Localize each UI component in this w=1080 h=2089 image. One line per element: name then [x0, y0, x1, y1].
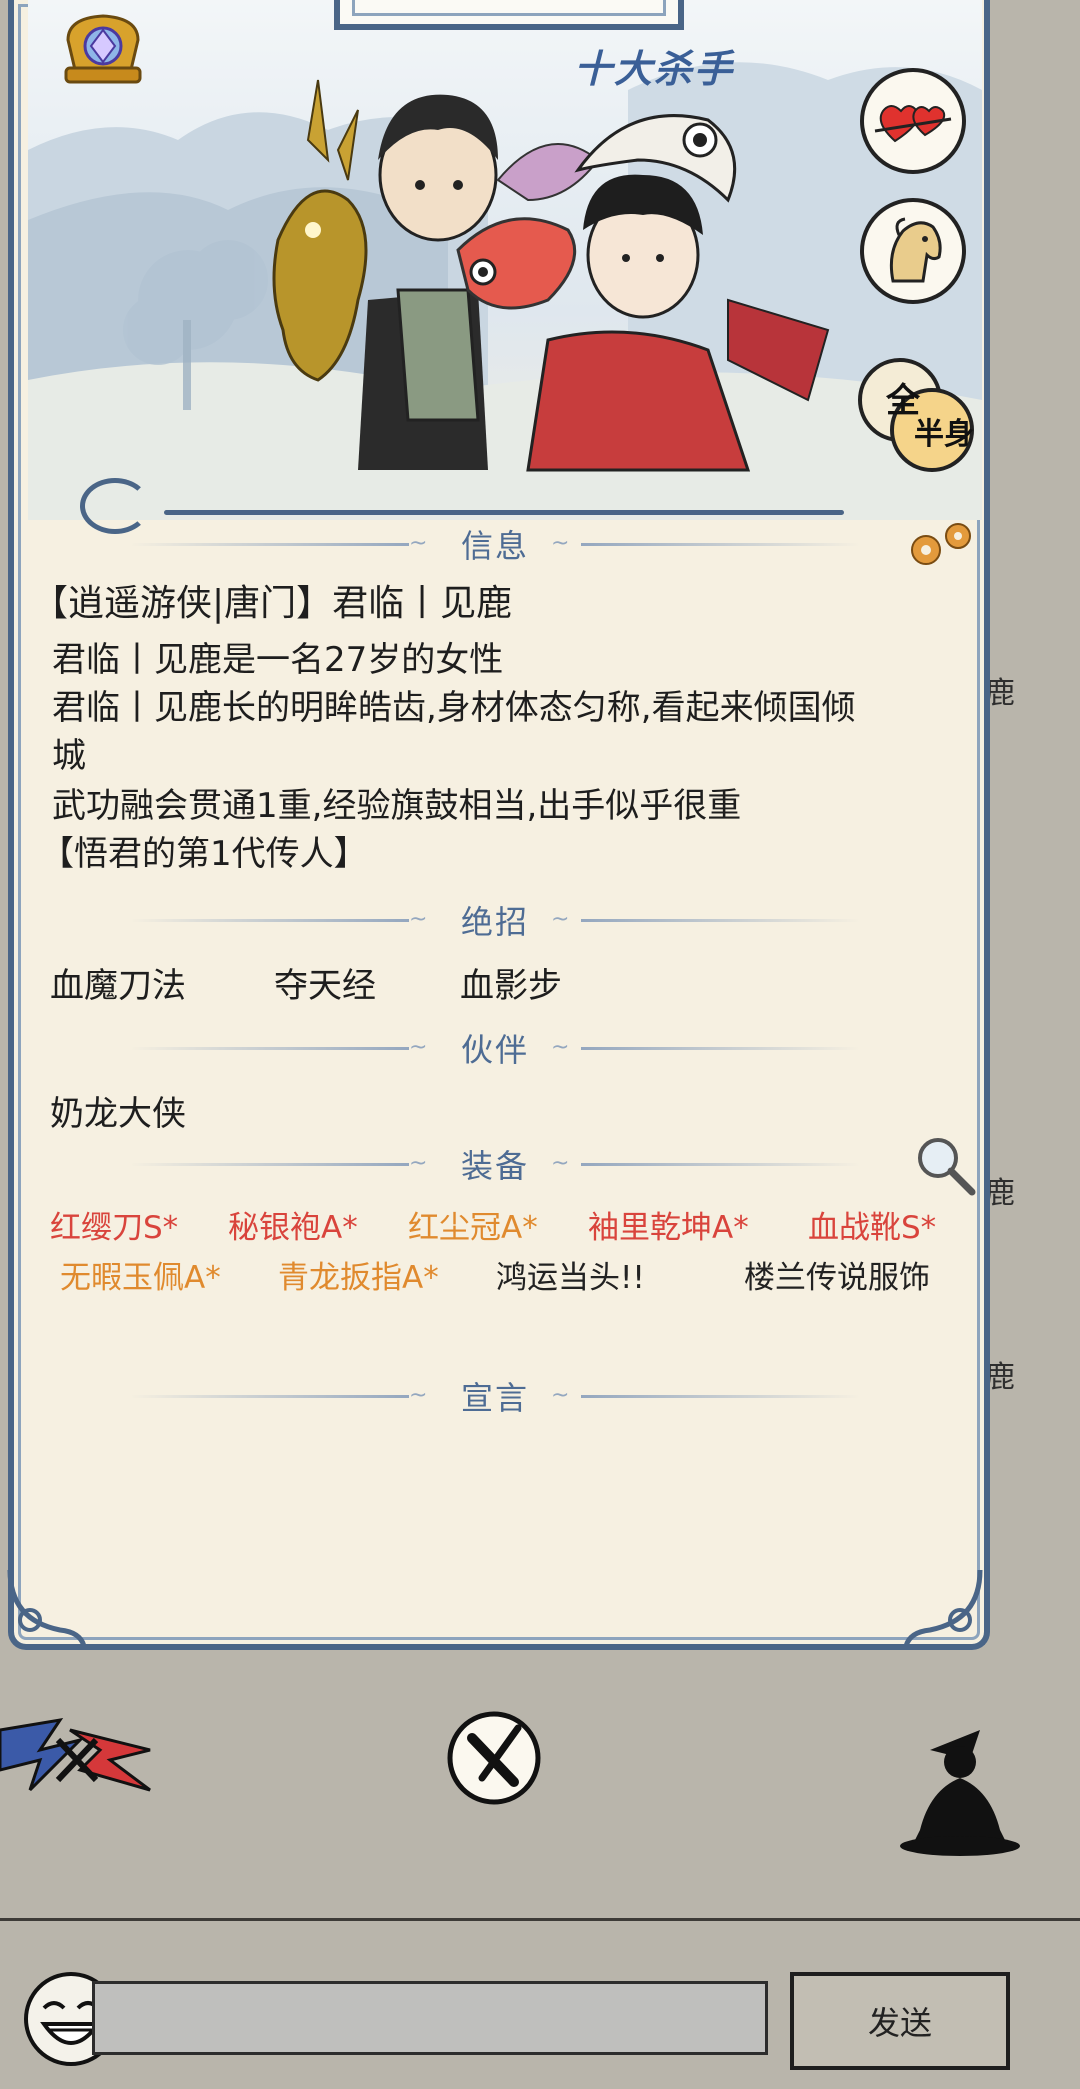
section-header-declaration: ~ 宣言 ~ — [130, 1376, 861, 1417]
equipment-item[interactable]: 鸿运当头!! — [496, 1252, 645, 1297]
horse-mount-icon[interactable] — [860, 198, 966, 304]
section-header-skills: ~ 绝招 ~ — [130, 900, 861, 941]
info-age-line: 君临丨见鹿是一名27岁的女性 — [52, 640, 504, 680]
equipment-item[interactable]: 青龙扳指A* — [278, 1252, 439, 1297]
title-tag: 十大杀手 — [574, 46, 735, 91]
character-name-line: 【逍遥游侠|唐门】君临丨见鹿 — [32, 583, 513, 624]
section-label: 伙伴 — [461, 1031, 530, 1069]
character-portrait-scene — [28, 0, 982, 520]
info-appearance-line-cont: 城 — [52, 736, 86, 776]
section-label: 绝招 — [461, 903, 530, 941]
section-label: 宣言 — [461, 1379, 530, 1417]
info-appearance-line: 君临丨见鹿长的明眸皓齿,身材体态匀称,看起来倾国倾 — [52, 688, 856, 728]
section-label: 信息 — [461, 527, 530, 565]
portrait-divider — [164, 510, 844, 515]
card-corner-ornament — [7, 1569, 87, 1647]
section-header-equipment: ~ 装备 ~ — [130, 1144, 861, 1185]
bottom-divider — [0, 1918, 1080, 1921]
hearts-icon[interactable] — [860, 68, 966, 174]
card-corner-ornament — [903, 1569, 983, 1647]
versus-battle-icon[interactable] — [0, 1700, 160, 1810]
magnifier-icon[interactable] — [912, 1132, 978, 1198]
equipment-item[interactable]: 袖里乾坤A* — [588, 1202, 749, 1247]
section-header-partner: ~ 伙伴 ~ — [130, 1028, 861, 1069]
partner-name[interactable]: 奶龙大侠 — [50, 1086, 186, 1135]
equipment-item[interactable]: 红缨刀S* — [50, 1202, 178, 1247]
skill-item[interactable]: 血魔刀法 — [50, 958, 186, 1007]
body-view-toggle[interactable]: 全 半身 — [856, 356, 976, 474]
chat-input[interactable] — [92, 1981, 768, 2055]
gear-icon[interactable] — [904, 514, 984, 574]
skill-item[interactable]: 夺天经 — [274, 958, 376, 1007]
equipment-item[interactable]: 红尘冠A* — [408, 1202, 538, 1247]
meditating-figure-icon[interactable] — [890, 1720, 1030, 1860]
svg-text:半身: 半身 — [914, 417, 974, 452]
equipment-item[interactable]: 血战靴S* — [808, 1202, 936, 1247]
info-lineage-line: 【悟君的第1代传人】 — [40, 834, 368, 874]
equipment-item[interactable]: 楼兰传说服饰 — [744, 1252, 930, 1297]
equipment-item[interactable]: 秘银袍A* — [228, 1202, 358, 1247]
info-martial-line: 武功融会贯通1重,经验旗鼓相当,出手似乎很重 — [52, 786, 742, 826]
section-header-info: ~ 信息 ~ — [130, 524, 861, 565]
equipment-item[interactable]: 无暇玉佩A* — [60, 1252, 221, 1297]
cancel-sword-icon[interactable] — [444, 1708, 544, 1808]
svg-text:全: 全 — [885, 381, 921, 421]
section-label: 装备 — [461, 1147, 530, 1185]
send-button[interactable]: 发送 — [790, 1972, 1010, 2070]
skill-item[interactable]: 血影步 — [460, 958, 562, 1007]
card-top-frame — [334, 0, 684, 30]
level-badge-icon[interactable] — [60, 10, 146, 90]
